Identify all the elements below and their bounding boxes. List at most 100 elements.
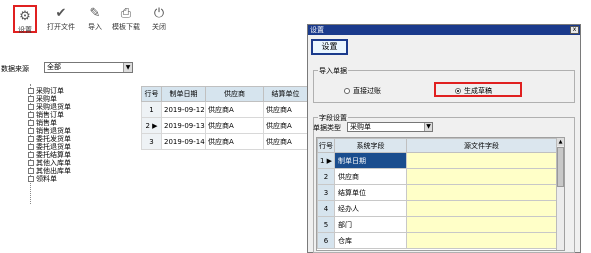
tree-item[interactable]: 销售订单 — [28, 111, 64, 119]
table-row[interactable]: 5 部门 — [317, 216, 557, 233]
supplier-cell[interactable]: 供应商A — [205, 117, 264, 134]
column-header[interactable]: 源文件字段 — [406, 138, 557, 153]
field-group-label: 字段设置 — [318, 113, 348, 123]
grid-header-row: 行号 系统字段 源文件字段 — [317, 138, 557, 153]
radio-direct-post[interactable]: 直接过账 — [344, 86, 381, 96]
open-file-label: 打开文件 — [47, 23, 75, 31]
settle-cell[interactable]: 供应商A — [263, 101, 308, 118]
chevron-down-icon[interactable]: ▼ — [123, 63, 132, 72]
row-pointer-icon: ▶ — [326, 156, 333, 165]
checkbox[interactable] — [28, 120, 34, 126]
tree-item[interactable]: 委托结算单 — [28, 151, 71, 159]
source-field-cell[interactable] — [406, 200, 557, 217]
tree-item[interactable]: 其他入库单 — [28, 159, 71, 167]
tree-item[interactable]: 采购退货单 — [28, 103, 71, 111]
printer-icon: ⎙ — [120, 6, 132, 21]
tree-item[interactable]: 委托发货单 — [28, 135, 71, 143]
date-cell[interactable]: 2019-09-14 — [161, 133, 206, 150]
source-field-cell[interactable] — [406, 152, 557, 169]
table-row[interactable]: 1 ▶ 制单日期 — [317, 152, 557, 169]
system-field-cell[interactable]: 部门 — [334, 216, 407, 233]
radio-icon — [455, 88, 461, 94]
tree-item[interactable]: 采购订单 — [28, 87, 64, 95]
row-number: 6 — [317, 232, 335, 249]
tree-item[interactable]: 销售退货单 — [28, 127, 71, 135]
supplier-cell[interactable]: 供应商A — [205, 133, 264, 150]
column-header[interactable]: 行号 — [317, 138, 335, 153]
table-row[interactable]: 4 经办人 — [317, 200, 557, 217]
vertical-scrollbar[interactable]: ▲ — [556, 138, 564, 250]
data-source-select[interactable]: 全部 ▼ — [44, 62, 133, 73]
system-field-cell[interactable]: 供应商 — [334, 168, 407, 185]
date-cell[interactable]: 2019-09-12 — [161, 101, 206, 118]
system-field-cell[interactable]: 仓库 — [334, 232, 407, 249]
checkbox[interactable] — [28, 96, 34, 102]
checkbox[interactable] — [28, 136, 34, 142]
settings-button[interactable]: ⚙ 设置 — [13, 5, 37, 34]
table-row[interactable]: 2 ▶ 2019-09-13 供应商A 供应商A — [141, 117, 308, 134]
bill-type-row: 单据类型 采购单 ▼ — [313, 122, 433, 133]
close-icon[interactable]: x — [570, 26, 579, 34]
dialog-title-bar[interactable]: 设置 x — [308, 25, 580, 35]
column-header[interactable]: 制单日期 — [161, 86, 206, 102]
settings-tab-button[interactable]: 设置 — [311, 39, 348, 55]
checkbox[interactable] — [28, 176, 34, 182]
checkbox[interactable] — [28, 160, 34, 166]
settle-cell[interactable]: 供应商A — [263, 133, 308, 150]
supplier-cell[interactable]: 供应商A — [205, 101, 264, 118]
table-row[interactable]: 3 结算单位 — [317, 184, 557, 201]
close-button[interactable]: ⏻ 关闭 — [149, 6, 169, 32]
tree-item-label: 其他入库单 — [36, 159, 71, 167]
source-field-cell[interactable] — [406, 216, 557, 233]
system-field-cell[interactable]: 结算单位 — [334, 184, 407, 201]
source-field-cell[interactable] — [406, 184, 557, 201]
table-row[interactable]: 3 2019-09-14 供应商A 供应商A — [141, 133, 308, 150]
system-field-cell[interactable]: 制单日期 — [334, 152, 407, 169]
checkbox[interactable] — [28, 128, 34, 134]
column-header[interactable]: 行号 — [141, 86, 162, 102]
import-button[interactable]: ✎ 导入 — [85, 6, 105, 32]
data-source-value: 全部 — [47, 63, 61, 71]
tree-item-label: 销售订单 — [36, 111, 64, 119]
tree-item[interactable]: 其他出库单 — [28, 167, 71, 175]
tree-item[interactable]: 领料单 — [28, 175, 57, 183]
bill-type-tree: 采购订单 采购单 采购退货单 销售订单 销售单 销售退货单 委托发货单 委托退货… — [28, 84, 130, 204]
table-row[interactable]: 6 仓库 — [317, 232, 557, 249]
import-group-label: 导入单据 — [318, 66, 348, 76]
tree-item[interactable]: 采购单 — [28, 95, 57, 103]
column-header[interactable]: 结算单位 — [263, 86, 308, 102]
row-pointer-icon: ▶ — [152, 121, 158, 130]
check-icon: ✔ — [55, 6, 67, 21]
scroll-up-icon[interactable]: ▲ — [557, 138, 564, 146]
checkbox[interactable] — [28, 152, 34, 158]
tree-item[interactable]: 销售单 — [28, 119, 57, 127]
date-cell[interactable]: 2019-09-13 — [161, 117, 206, 134]
close-label: 关闭 — [152, 23, 166, 31]
gear-icon: ⚙ — [19, 9, 31, 24]
row-number: 5 — [317, 216, 335, 233]
column-header[interactable]: 供应商 — [205, 86, 264, 102]
table-row[interactable]: 1 2019-09-12 供应商A 供应商A — [141, 101, 308, 118]
source-field-cell[interactable] — [406, 232, 557, 249]
scroll-thumb[interactable] — [557, 147, 564, 187]
checkbox[interactable] — [28, 88, 34, 94]
grid-header-row: 行号 制单日期 供应商 结算单位 — [141, 86, 308, 102]
source-field-cell[interactable] — [406, 168, 557, 185]
column-header[interactable]: 系统字段 — [334, 138, 407, 153]
system-field-cell[interactable]: 经办人 — [334, 200, 407, 217]
chevron-down-icon[interactable]: ▼ — [424, 123, 432, 131]
table-row[interactable]: 2 供应商 — [317, 168, 557, 185]
checkbox[interactable] — [28, 104, 34, 110]
checkbox[interactable] — [28, 168, 34, 174]
bill-grid: 行号 制单日期 供应商 结算单位 1 2019-09-12 供应商A 供应商A … — [141, 86, 308, 150]
bill-type-select[interactable]: 采购单 ▼ — [347, 122, 433, 132]
checkbox[interactable] — [28, 112, 34, 118]
tree-item-label: 销售单 — [36, 119, 57, 127]
open-file-button[interactable]: ✔ 打开文件 — [45, 6, 77, 32]
radio-generate-draft[interactable]: 生成草稿 — [455, 86, 492, 96]
settle-cell[interactable]: 供应商A — [263, 117, 308, 134]
checkbox[interactable] — [28, 144, 34, 150]
tree-item[interactable]: 委托退货单 — [28, 143, 71, 151]
template-download-button[interactable]: ⎙ 模板下载 — [110, 6, 142, 32]
tree-item-label: 采购订单 — [36, 87, 64, 95]
